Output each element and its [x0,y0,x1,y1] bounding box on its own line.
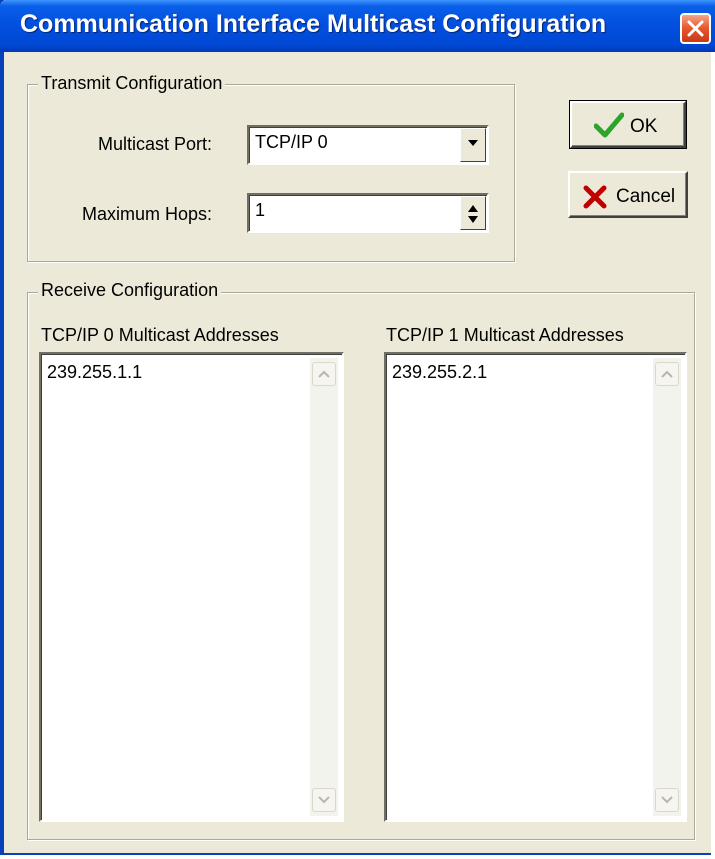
scroll-up-button[interactable] [312,362,336,386]
tcpip1-list-scrollbar[interactable] [653,358,681,816]
transmit-config-group [27,84,515,262]
scroll-down-button[interactable] [312,788,336,812]
multicast-port-value: TCP/IP 0 [255,132,328,152]
multicast-port-label: Multicast Port: [98,134,213,154]
scroll-up-button[interactable] [655,362,679,386]
maximum-hops-input[interactable]: 1 [247,193,489,233]
chevron-down-icon [661,796,673,804]
maximum-hops-value: 1 [255,200,266,220]
tcpip0-addresses-list[interactable]: 239.255.1.1 [39,352,344,822]
window-title: Communication Interface Multicast Config… [20,10,607,38]
maximum-hops-label: Maximum Hops: [82,204,213,224]
tcpip0-list-scrollbar[interactable] [310,358,338,816]
list-item[interactable]: 239.255.1.1 [47,362,142,383]
x-mark-icon [583,185,607,209]
maximum-hops-spinner[interactable] [460,196,486,230]
multicast-port-dropdown-button[interactable] [460,128,486,162]
tcpip1-addresses-list[interactable]: 239.255.2.1 [384,352,687,822]
chevron-down-icon [468,140,478,146]
close-button[interactable] [680,13,711,44]
transmit-config-legend: Transmit Configuration [38,73,226,94]
chevron-down-icon [318,796,330,804]
scroll-down-button[interactable] [655,788,679,812]
spin-arrows-icon [468,205,478,223]
close-icon [687,20,704,37]
cancel-button[interactable]: Cancel [568,171,688,218]
multicast-port-select[interactable]: TCP/IP 0 [247,125,489,165]
checkmark-icon [594,112,624,138]
ok-button[interactable]: OK [569,100,687,149]
tcpip0-addresses-caption: TCP/IP 0 Multicast Addresses [41,325,279,345]
receive-config-legend: Receive Configuration [38,280,222,301]
list-item[interactable]: 239.255.2.1 [392,362,487,383]
title-bar[interactable]: Communication Interface Multicast Config… [0,0,715,52]
chevron-up-icon [661,370,673,378]
ok-button-label: OK [630,116,658,137]
chevron-up-icon [318,370,330,378]
tcpip1-addresses-caption: TCP/IP 1 Multicast Addresses [386,325,624,345]
cancel-button-label: Cancel [616,186,676,207]
